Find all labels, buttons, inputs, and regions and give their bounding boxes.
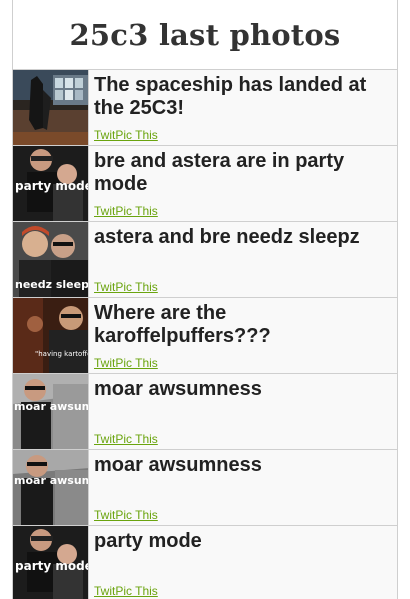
twitpic-link[interactable]: TwitPic This <box>94 280 158 294</box>
photo-thumbnail[interactable]: needz sleepz <box>13 222 89 297</box>
photo-thumbnail[interactable] <box>13 70 89 145</box>
party-mode-photo-image: party mode <box>13 526 89 599</box>
twitpic-link[interactable]: TwitPic This <box>94 204 158 218</box>
thumb-text: "having kartoffelpuffer <box>35 350 89 358</box>
list-item[interactable]: needz sleepz astera and bre needz sleepz… <box>13 222 397 298</box>
list-item[interactable]: party mode party mode TwitPic This <box>13 526 397 599</box>
list-item[interactable]: The spaceship has landed at the 25C3! Tw… <box>13 70 397 146</box>
party-mode-photo-image: party mode <box>13 146 89 221</box>
spaceship-photo-image <box>13 70 88 145</box>
moar-awsumness-photo-image: moar awsumne <box>13 450 89 525</box>
photo-thumbnail[interactable]: "having kartoffelpuffer <box>13 298 89 373</box>
twitpic-link[interactable]: TwitPic This <box>94 508 158 522</box>
photo-title[interactable]: The spaceship has landed at the 25C3! <box>94 74 393 120</box>
thumb-text: needz sleepz <box>15 278 89 291</box>
twitpic-link[interactable]: TwitPic This <box>94 584 158 598</box>
list-item-body: moar awsumness TwitPic This <box>89 450 397 525</box>
photo-title[interactable]: party mode <box>94 530 393 553</box>
list-item-body: moar awsumness TwitPic This <box>89 374 397 449</box>
moar-awsumness-photo-image: moar awsumness <box>13 374 89 449</box>
list-item-body: Where are the karoffelpuffers??? TwitPic… <box>89 298 397 373</box>
list-item-body: astera and bre needz sleepz TwitPic This <box>89 222 397 297</box>
list-item[interactable]: moar awsumne moar awsumness TwitPic This <box>13 450 397 526</box>
needz-sleepz-photo-image: needz sleepz <box>13 222 89 297</box>
photo-title[interactable]: bre and astera are in party mode <box>94 150 393 196</box>
list-item[interactable]: party mode bre and astera are in party m… <box>13 146 397 222</box>
page-header: 25c3 last photos <box>13 0 397 70</box>
thumb-text: party mode <box>15 559 89 573</box>
thumb-text: party mode <box>15 179 89 193</box>
twitpic-link[interactable]: TwitPic This <box>94 128 158 142</box>
app-frame: 25c3 last photos The spaceship has lande… <box>12 0 398 599</box>
photo-thumbnail[interactable]: party mode <box>13 526 89 599</box>
karoffelpuffers-photo-image: "having kartoffelpuffer <box>13 298 89 373</box>
list-item-body: The spaceship has landed at the 25C3! Tw… <box>89 70 397 145</box>
photo-title[interactable]: Where are the karoffelpuffers??? <box>94 302 393 348</box>
list-item-body: bre and astera are in party mode TwitPic… <box>89 146 397 221</box>
photo-thumbnail[interactable]: party mode <box>13 146 89 221</box>
photo-thumbnail[interactable]: moar awsumne <box>13 450 89 525</box>
photo-title[interactable]: astera and bre needz sleepz <box>94 226 393 249</box>
page-title: 25c3 last photos <box>69 17 341 52</box>
list-item[interactable]: "having kartoffelpuffer Where are the ka… <box>13 298 397 374</box>
list-item-body: party mode TwitPic This <box>89 526 397 599</box>
thumb-text: moar awsumne <box>14 474 89 487</box>
photo-title[interactable]: moar awsumness <box>94 378 393 401</box>
twitpic-link[interactable]: TwitPic This <box>94 356 158 370</box>
photo-thumbnail[interactable]: moar awsumness <box>13 374 89 449</box>
thumb-text: moar awsumness <box>14 400 89 413</box>
twitpic-link[interactable]: TwitPic This <box>94 432 158 446</box>
list-item[interactable]: moar awsumness moar awsumness TwitPic Th… <box>13 374 397 450</box>
photo-title[interactable]: moar awsumness <box>94 454 393 477</box>
